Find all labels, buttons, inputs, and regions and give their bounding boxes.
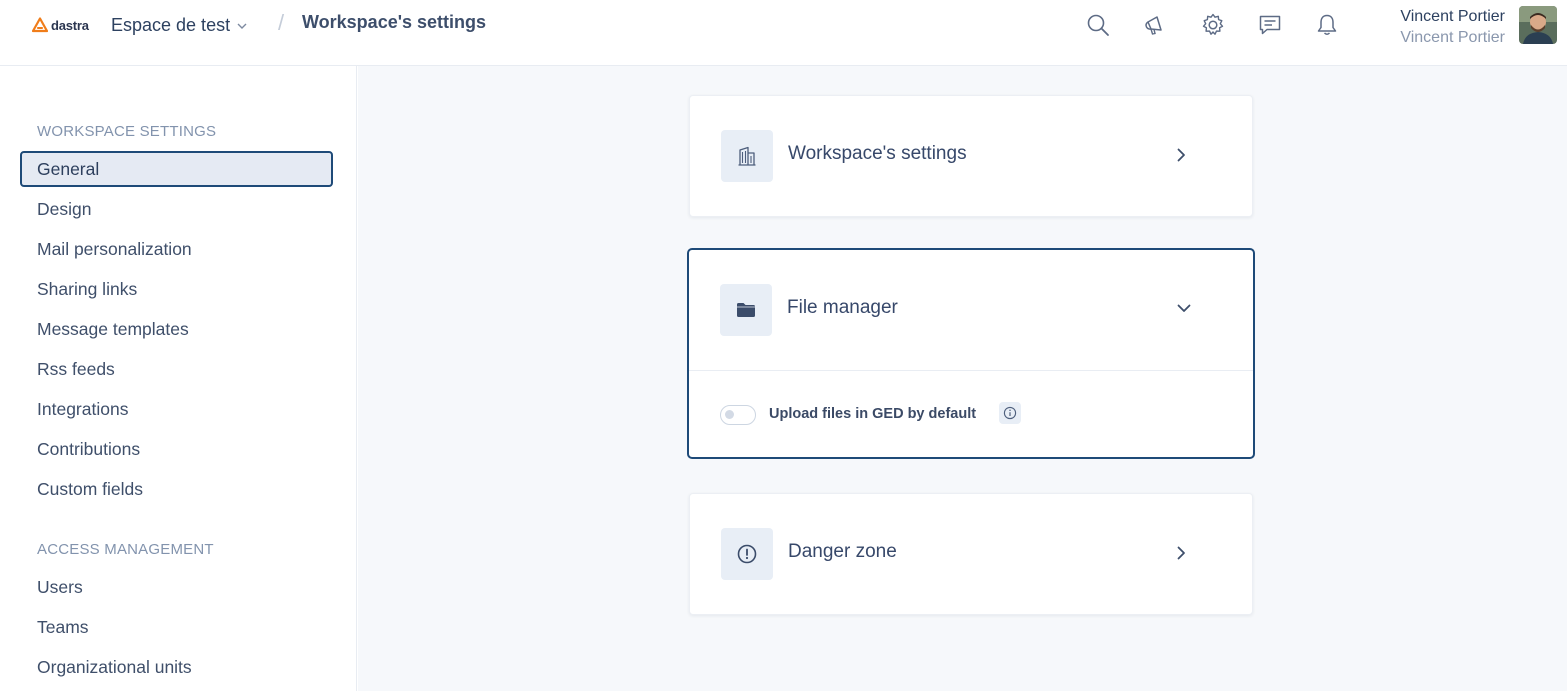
notifications-button[interactable]	[1312, 10, 1342, 40]
chevron-right-icon	[1177, 546, 1185, 560]
megaphone-icon	[1145, 16, 1162, 35]
sidebar-item-integrations[interactable]: Integrations	[20, 391, 333, 427]
logo-icon	[32, 17, 48, 33]
alert-circle-icon	[721, 528, 773, 580]
workspace-selector[interactable]: Espace de test	[111, 12, 248, 38]
info-button[interactable]	[999, 402, 1021, 424]
card-title: Danger zone	[788, 541, 897, 562]
card-title: File manager	[787, 297, 898, 318]
search-icon	[1087, 14, 1109, 36]
avatar[interactable]	[1519, 6, 1557, 44]
card-header-danger-zone[interactable]: Danger zone	[690, 494, 1252, 614]
sidebar-item-contributions[interactable]: Contributions	[20, 431, 333, 467]
gear-icon	[1202, 13, 1224, 35]
building-icon	[721, 130, 773, 182]
logo[interactable]: dastra	[32, 14, 89, 36]
sidebar-item-teams[interactable]: Teams	[20, 609, 333, 645]
chevron-down-icon	[237, 23, 247, 29]
page-title: Workspace's settings	[302, 12, 487, 32]
card-title: Workspace's settings	[788, 143, 967, 164]
sidebar-item-custom-fields[interactable]: Custom fields	[20, 471, 333, 507]
card-file-manager: File manager Upload files in GED by defa…	[687, 248, 1255, 459]
user-subtitle: Vincent Portier	[1400, 29, 1505, 46]
card-header-file-manager[interactable]: File manager	[689, 250, 1253, 370]
sidebar-item-message-templates[interactable]: Message templates	[20, 311, 333, 347]
settings-button[interactable]	[1198, 10, 1228, 40]
section-label-access-management: ACCESS MANAGEMENT	[37, 541, 214, 558]
logo-text: dastra	[51, 17, 89, 33]
sidebar-item-sharing-links[interactable]: Sharing links	[20, 271, 333, 307]
user-menu[interactable]: Vincent Portier Vincent Portier	[1400, 6, 1505, 49]
settings-sidebar: WORKSPACE SETTINGS General Design Mail p…	[0, 66, 357, 691]
sidebar-item-organizational-units[interactable]: Organizational units	[20, 649, 333, 685]
upload-ged-label: Upload files in GED by default	[769, 406, 977, 422]
chevron-right-icon	[1177, 148, 1185, 162]
card-body-file-manager: Upload files in GED by default	[689, 371, 1253, 457]
card-danger-zone: Danger zone	[689, 493, 1253, 615]
chevron-down-icon	[1177, 304, 1191, 312]
section-label-workspace-settings: WORKSPACE SETTINGS	[37, 123, 217, 140]
sidebar-item-general[interactable]: General	[20, 151, 333, 187]
messages-button[interactable]	[1255, 10, 1285, 40]
main-content: Workspace's settings File manager Upload…	[358, 66, 1567, 691]
announcements-button[interactable]	[1140, 10, 1170, 40]
folder-icon	[720, 284, 772, 336]
user-name: Vincent Portier	[1400, 8, 1505, 25]
card-workspace-settings: Workspace's settings	[689, 95, 1253, 217]
breadcrumb-separator: /	[278, 10, 285, 35]
bell-icon	[1317, 14, 1337, 35]
top-bar: dastra Espace de test / Workspace's sett…	[0, 0, 1567, 66]
sidebar-item-mail-personalization[interactable]: Mail personalization	[20, 231, 333, 267]
workspace-name: Espace de test	[111, 14, 231, 35]
sidebar-item-users[interactable]: Users	[20, 569, 333, 605]
search-button[interactable]	[1083, 10, 1113, 40]
upload-ged-toggle[interactable]	[720, 405, 756, 425]
avatar-image	[1519, 6, 1557, 44]
chat-icon	[1259, 15, 1281, 35]
toggle-knob	[725, 410, 734, 419]
card-header-workspace-settings[interactable]: Workspace's settings	[690, 96, 1252, 216]
sidebar-item-design[interactable]: Design	[20, 191, 333, 227]
info-icon	[1003, 406, 1017, 420]
sidebar-item-rss-feeds[interactable]: Rss feeds	[20, 351, 333, 387]
